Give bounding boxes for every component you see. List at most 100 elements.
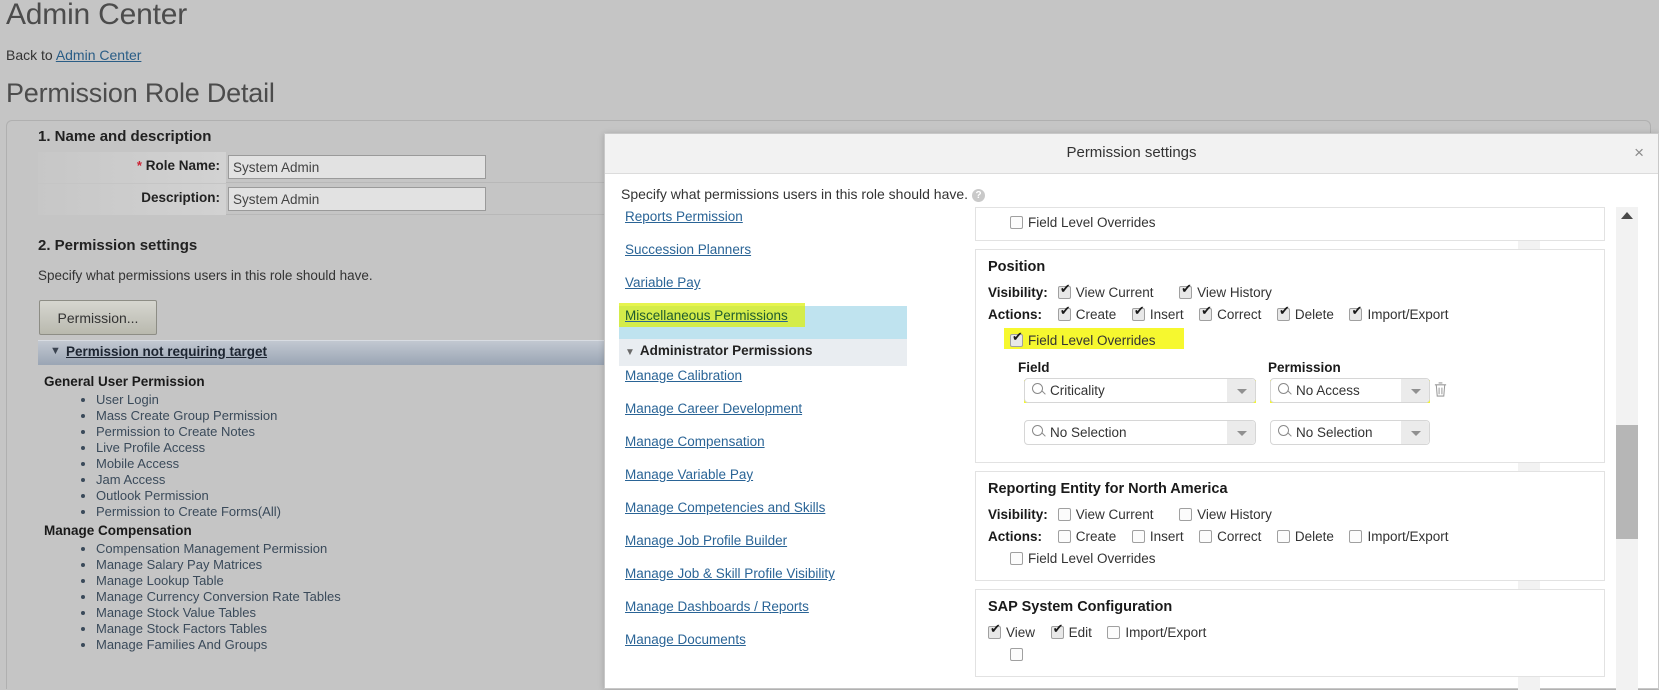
checkbox-position-view-history[interactable] <box>1179 286 1192 299</box>
breadcrumb-link-admin-center[interactable]: Admin Center <box>56 47 142 63</box>
list-item[interactable]: Outlook Permission <box>96 488 281 504</box>
nav-link-manage-compensation[interactable]: Manage Compensation <box>619 432 907 465</box>
nav-link-manage-calibration[interactable]: Manage Calibration <box>619 366 907 399</box>
nav-link-label: Miscellaneous Permissions <box>625 308 788 323</box>
list-item[interactable]: Manage Currency Conversion Rate Tables <box>96 589 341 605</box>
list-item[interactable]: Jam Access <box>96 472 281 488</box>
section-title-reporting-entity: Reporting Entity for North America <box>988 481 1592 497</box>
nav-link-manage-competencies-and-skills[interactable]: Manage Competencies and Skills <box>619 498 907 531</box>
detail-scrollbar-thumb[interactable] <box>1616 425 1638 539</box>
breadcrumb: Back to Admin Center <box>6 47 141 63</box>
checkbox-sap-field-level-overrides[interactable] <box>1010 648 1023 661</box>
list-item[interactable]: Manage Stock Factors Tables <box>96 621 341 637</box>
nav-link-manage-job-skill-profile-visibility[interactable]: Manage Job & Skill Profile Visibility <box>619 564 907 597</box>
nav-link-manage-dashboards-reports[interactable]: Manage Dashboards / Reports <box>619 597 907 630</box>
checkbox-sap-edit[interactable] <box>1051 626 1064 639</box>
delete-icon[interactable] <box>1433 381 1448 398</box>
list-item[interactable]: Manage Lookup Table <box>96 573 341 589</box>
required-star-icon: * <box>137 158 142 173</box>
description-label-cell: Description: <box>38 184 226 215</box>
chevron-down-icon: ▼ <box>625 347 635 358</box>
role-name-input[interactable] <box>228 155 486 179</box>
checkbox-reporting-field-level-overrides[interactable] <box>1010 552 1023 565</box>
section-reporting-entity: Reporting Entity for North America Visib… <box>975 471 1605 581</box>
help-icon[interactable]: ? <box>972 189 985 202</box>
nav-group-administrator-permissions[interactable]: ▼ Administrator Permissions <box>619 339 907 366</box>
list-item[interactable]: Manage Families And Groups <box>96 637 341 653</box>
checkbox-reporting-view-current[interactable] <box>1058 508 1071 521</box>
checkbox-field-level-overrides-top[interactable] <box>1010 216 1023 229</box>
row-sap-field-level-overrides-partial <box>1010 644 1592 666</box>
permission-combo-2-value: No Selection <box>1296 425 1373 440</box>
field-combo-2[interactable]: No Selection <box>1024 420 1256 445</box>
chevron-down-icon[interactable] <box>1227 421 1255 444</box>
permission-combo-1[interactable]: No Access <box>1270 378 1430 403</box>
chevron-down-icon[interactable] <box>1401 379 1429 402</box>
row-reporting-actions: Actions: Create Insert Correct Delete Im… <box>988 526 1592 548</box>
label-visibility: Visibility: <box>988 504 1054 526</box>
field-combo-2-value: No Selection <box>1050 425 1127 440</box>
checkbox-reporting-create[interactable] <box>1058 530 1071 543</box>
list-item[interactable]: Mass Create Group Permission <box>96 408 281 424</box>
chevron-down-icon[interactable] <box>1227 379 1255 402</box>
checkbox-position-delete[interactable] <box>1277 308 1290 321</box>
checkbox-position-insert[interactable] <box>1132 308 1145 321</box>
list-item[interactable]: User Login <box>96 392 281 408</box>
permission-combo-1-value: No Access <box>1296 383 1360 398</box>
section-heading-name-description: 1. Name and description <box>38 128 211 145</box>
checkbox-reporting-correct[interactable] <box>1199 530 1212 543</box>
list-item[interactable]: Permission to Create Forms(All) <box>96 504 281 520</box>
chevron-down-icon[interactable] <box>1401 421 1429 444</box>
permission-combo-2[interactable]: No Selection <box>1270 420 1430 445</box>
checkbox-sap-import-export[interactable] <box>1107 626 1120 639</box>
nav-link-succession-planners[interactable]: Succession Planners <box>619 240 907 273</box>
section-sap-system-configuration: SAP System Configuration View Edit Impor… <box>975 589 1605 677</box>
column-header-permission: Permission <box>1268 360 1341 375</box>
nav-group-label: Administrator Permissions <box>640 343 813 358</box>
nav-link-manage-career-development[interactable]: Manage Career Development <box>619 399 907 432</box>
permission-list-general-user: User LoginMass Create Group PermissionPe… <box>78 392 281 520</box>
list-item[interactable]: Live Profile Access <box>96 440 281 456</box>
list-item[interactable]: Compensation Management Permission <box>96 541 341 557</box>
label-delete: Delete <box>1295 307 1334 322</box>
permission-detail-panel: Field Level Overrides Position Visibilit… <box>975 207 1605 690</box>
list-item[interactable]: Manage Stock Value Tables <box>96 605 341 621</box>
label-view-current: View Current <box>1076 507 1154 522</box>
nav-link-variable-pay[interactable]: Variable Pay <box>619 273 907 306</box>
label-delete: Delete <box>1295 529 1334 544</box>
checkbox-position-correct[interactable] <box>1199 308 1212 321</box>
checkbox-reporting-view-history[interactable] <box>1179 508 1192 521</box>
field-permission-column-headers: FieldPermission <box>1018 360 1592 375</box>
field-override-row-2: No Selection No Selection <box>1018 420 1592 452</box>
checkbox-position-view-current[interactable] <box>1058 286 1071 299</box>
scroll-up-arrow-icon[interactable] <box>1621 212 1633 219</box>
nav-link-reports-permission[interactable]: Reports Permission <box>619 207 907 240</box>
permission-list-manage-compensation: Compensation Management PermissionManage… <box>78 541 341 653</box>
nav-link-manage-variable-pay[interactable]: Manage Variable Pay <box>619 465 907 498</box>
label-import-export: Import/Export <box>1367 307 1448 322</box>
checkbox-sap-view[interactable] <box>988 626 1001 639</box>
group-heading-manage-compensation: Manage Compensation <box>44 523 192 538</box>
label-position-field-level-overrides: Field Level Overrides <box>1028 333 1156 348</box>
list-item[interactable]: Mobile Access <box>96 456 281 472</box>
description-input[interactable] <box>228 187 486 211</box>
checkbox-position-import-export[interactable] <box>1349 308 1362 321</box>
permission-settings-modal: Permission settings × Specify what permi… <box>604 133 1659 689</box>
nav-link-manage-documents[interactable]: Manage Documents <box>619 630 907 663</box>
checkbox-position-create[interactable] <box>1058 308 1071 321</box>
field-combo-1[interactable]: Criticality <box>1024 378 1256 403</box>
close-icon[interactable]: × <box>1634 145 1644 161</box>
checkbox-reporting-delete[interactable] <box>1277 530 1290 543</box>
nav-link-miscellaneous-permissions[interactable]: Miscellaneous Permissions <box>619 306 907 339</box>
checkbox-reporting-import-export[interactable] <box>1349 530 1362 543</box>
permission-button[interactable]: Permission... <box>39 300 157 335</box>
checkbox-reporting-insert[interactable] <box>1132 530 1145 543</box>
permission-category-nav[interactable]: Reports PermissionSuccession PlannersVar… <box>619 207 907 690</box>
section-partial-top: Field Level Overrides <box>975 207 1605 241</box>
detail-scrollbar[interactable] <box>1616 207 1638 690</box>
list-item[interactable]: Manage Salary Pay Matrices <box>96 557 341 573</box>
label-visibility: Visibility: <box>988 282 1054 304</box>
checkbox-position-field-level-overrides[interactable] <box>1010 334 1023 347</box>
nav-link-manage-job-profile-builder[interactable]: Manage Job Profile Builder <box>619 531 907 564</box>
list-item[interactable]: Permission to Create Notes <box>96 424 281 440</box>
